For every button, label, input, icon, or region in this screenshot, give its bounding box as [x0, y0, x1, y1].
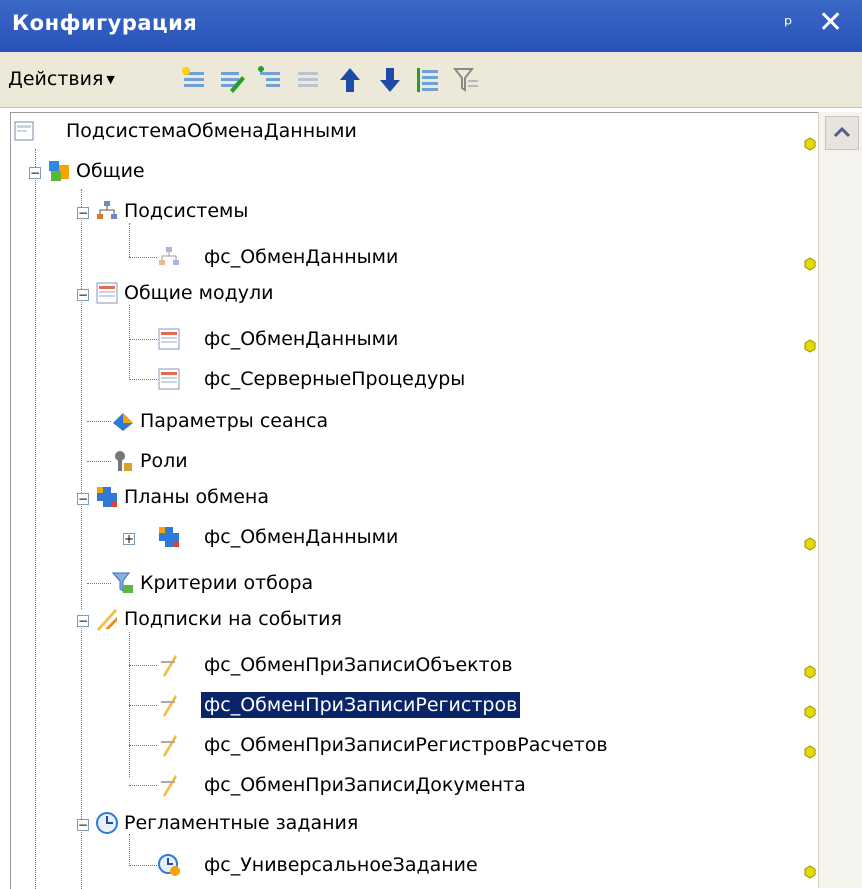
module-icon [158, 328, 180, 350]
event-subscription-icon [161, 735, 177, 757]
event-subscription-icon [161, 655, 177, 677]
collapse-icon[interactable]: − [77, 615, 89, 627]
expand-icon[interactable]: + [123, 533, 135, 545]
collapse-icon[interactable]: − [77, 289, 89, 301]
tree-item-subscription-selected[interactable]: фс_ОбменПриЗаписиРегистров [199, 691, 522, 719]
module-marker-icon [804, 705, 816, 719]
module-marker-icon [804, 537, 816, 551]
tree-item-subsystem[interactable]: фс_ОбменДанными [201, 244, 401, 270]
tree-item-exchange-plan[interactable]: фс_ОбменДанными [201, 524, 401, 550]
configuration-tree[interactable]: ПодсистемаОбменаДанными − Общие − Подсис… [10, 112, 819, 889]
tree-guide-line [35, 149, 36, 889]
tree-guide-line [129, 305, 130, 380]
actions-label: Действия [8, 68, 104, 90]
panel-title-bar: Конфигурация ᵖ ✕ [0, 0, 862, 52]
vertical-scrollbar[interactable] [818, 112, 862, 888]
panel-title: Конфигурация [12, 11, 198, 35]
common-folder-icon [49, 161, 69, 181]
event-subscription-icon [161, 695, 177, 717]
common-modules-icon [96, 282, 118, 304]
exchange-plan-icon [159, 527, 179, 547]
exchange-plans-icon [97, 487, 117, 507]
tree-item-roles[interactable]: Роли [137, 448, 191, 474]
move-down-icon[interactable] [376, 66, 404, 94]
filter-criteria-icon [111, 572, 133, 593]
toolbar: Действия ▼ [0, 52, 862, 108]
module-marker-icon [804, 137, 816, 151]
filter-icon[interactable] [452, 66, 480, 94]
event-subscription-icon [161, 775, 177, 797]
module-icon [158, 368, 180, 390]
sort-icon[interactable] [414, 66, 442, 94]
add-child-icon[interactable] [256, 66, 284, 94]
tree-item-root[interactable]: ПодсистемаОбменаДанными [63, 118, 360, 144]
tree-item-subscription[interactable]: фс_ОбменПриЗаписиРегистровРасчетов [201, 732, 611, 758]
chevron-down-icon: ▼ [106, 73, 115, 86]
tree-guide-line [81, 189, 82, 609]
copy-item-icon[interactable] [294, 66, 322, 94]
chevron-up-icon [833, 126, 851, 138]
collapse-icon[interactable]: − [29, 167, 41, 179]
collapse-icon[interactable]: − [77, 819, 89, 831]
roles-icon [115, 451, 132, 471]
tree-item-common[interactable]: Общие [73, 158, 148, 184]
add-with-edit-icon[interactable] [218, 66, 246, 94]
scroll-up-button[interactable] [825, 116, 859, 150]
actions-menu-button[interactable]: Действия ▼ [8, 68, 115, 90]
module-marker-icon [804, 257, 816, 271]
move-up-icon[interactable] [336, 66, 364, 94]
tree-item-filter-criteria[interactable]: Критерии отбора [137, 570, 316, 596]
module-marker-icon [804, 665, 816, 679]
module-marker-icon [804, 745, 816, 759]
subsystem-icon [159, 247, 179, 265]
tree-item-subsystems[interactable]: Подсистемы [121, 198, 251, 224]
subsystems-icon [97, 201, 117, 219]
tree-guide-line [81, 623, 82, 889]
module-marker-icon [804, 339, 816, 353]
tree-item-event-subscriptions[interactable]: Подписки на события [121, 606, 345, 632]
add-item-icon[interactable] [180, 66, 208, 94]
pin-icon[interactable]: ᵖ [784, 12, 793, 36]
tree-item-module[interactable]: фс_СерверныеПроцедуры [201, 366, 468, 392]
tree-item-module[interactable]: фс_ОбменДанными [201, 326, 401, 352]
collapse-icon[interactable]: − [77, 493, 89, 505]
tree-item-subscription[interactable]: фс_ОбменПриЗаписиДокумента [201, 772, 529, 798]
close-icon[interactable]: ✕ [818, 6, 843, 40]
session-parameters-icon [113, 413, 133, 431]
configuration-icon [14, 121, 34, 141]
tree-item-scheduled-jobs[interactable]: Регламентные задания [121, 810, 361, 836]
tree-guide-line [129, 834, 130, 864]
tree-item-subscription[interactable]: фс_ОбменПриЗаписиОбъектов [201, 652, 516, 678]
scheduled-jobs-icon [96, 812, 118, 834]
tree-item-common-modules[interactable]: Общие модули [121, 280, 276, 306]
tree-item-session-parameters[interactable]: Параметры сеанса [137, 408, 331, 434]
collapse-icon[interactable]: − [77, 207, 89, 219]
event-subscriptions-icon [97, 609, 117, 631]
tree-item-exchange-plans[interactable]: Планы обмена [121, 484, 272, 510]
tree-item-scheduled-job[interactable]: фс_УниверсальноеЗадание [201, 852, 481, 878]
module-marker-icon [804, 865, 816, 879]
tree-guide-line [129, 223, 130, 257]
scheduled-job-icon [158, 854, 180, 876]
